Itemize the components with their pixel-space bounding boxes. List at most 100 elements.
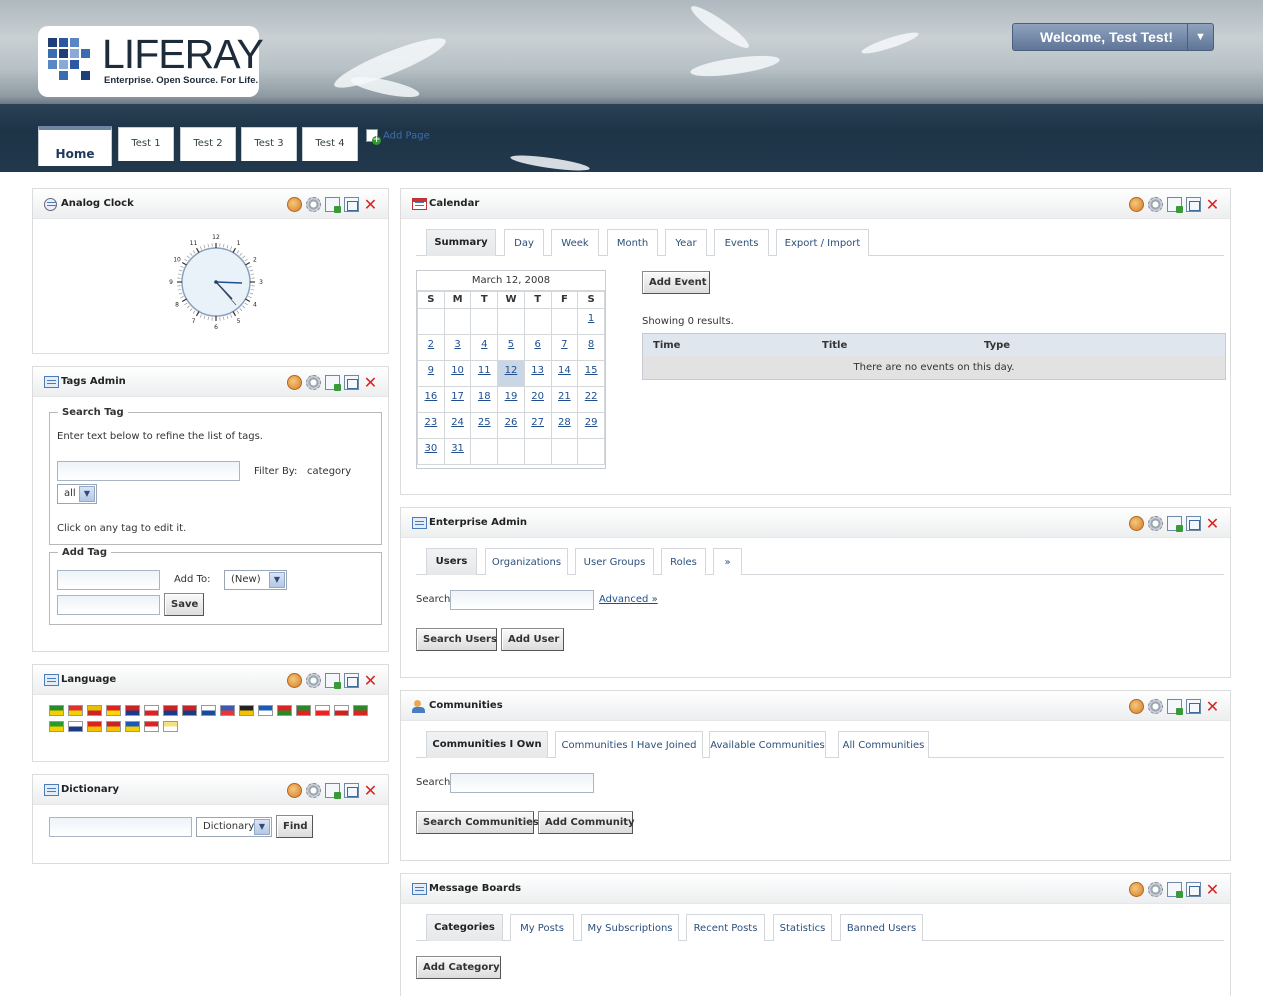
close-icon[interactable]: ✕ — [1205, 197, 1220, 213]
language-flag-icon[interactable] — [106, 705, 121, 716]
minimize-icon[interactable] — [325, 197, 341, 213]
dictionary-select[interactable]: Dictionary ▼ — [196, 817, 272, 837]
minimize-icon[interactable] — [1167, 516, 1183, 532]
user-search-input[interactable] — [450, 590, 594, 610]
minimize-icon[interactable] — [1167, 197, 1183, 213]
language-flag-icon[interactable] — [106, 721, 121, 732]
language-flag-icon[interactable] — [182, 705, 197, 716]
close-icon[interactable]: ✕ — [363, 197, 378, 213]
nav-tab-test-2[interactable]: Test 2 — [180, 127, 236, 161]
calendar-day-link[interactable]: 30 — [424, 443, 437, 454]
look-and-feel-icon[interactable] — [1129, 882, 1144, 897]
calendar-day-link[interactable]: 17 — [451, 391, 464, 402]
save-button[interactable]: Save — [164, 593, 204, 616]
configuration-gear-icon[interactable] — [1148, 699, 1163, 714]
calendar-day-link[interactable]: 26 — [505, 417, 518, 428]
language-flag-icon[interactable] — [125, 705, 140, 716]
maximize-icon[interactable] — [1186, 516, 1201, 531]
look-and-feel-icon[interactable] — [287, 783, 302, 798]
configuration-gear-icon[interactable] — [306, 375, 321, 390]
calendar-day-link[interactable]: 31 — [451, 443, 464, 454]
calendar-day-link[interactable]: 6 — [534, 339, 540, 350]
language-flag-icon[interactable] — [144, 721, 159, 732]
configuration-gear-icon[interactable] — [306, 673, 321, 688]
language-flag-icon[interactable] — [277, 705, 292, 716]
language-flag-icon[interactable] — [49, 721, 64, 732]
close-icon[interactable]: ✕ — [1205, 882, 1220, 898]
tab-more[interactable]: » — [713, 548, 742, 575]
calendar-day-link[interactable]: 7 — [561, 339, 567, 350]
calendar-day-link[interactable]: 2 — [428, 339, 434, 350]
language-flag-icon[interactable] — [87, 721, 102, 732]
community-search-input[interactable] — [450, 773, 594, 793]
close-icon[interactable]: ✕ — [1205, 699, 1220, 715]
calendar-day-link[interactable]: 12 — [505, 365, 518, 376]
tag-search-input[interactable] — [57, 461, 240, 481]
search-users-button[interactable]: Search Users — [416, 628, 497, 651]
calendar-day-link[interactable]: 27 — [531, 417, 544, 428]
calendar-day-link[interactable]: 9 — [428, 365, 434, 376]
calendar-day-link[interactable]: 16 — [424, 391, 437, 402]
language-flag-icon[interactable] — [296, 705, 311, 716]
calendar-day-link[interactable]: 20 — [531, 391, 544, 402]
tab-banned-users[interactable]: Banned Users — [840, 914, 923, 941]
language-flag-icon[interactable] — [315, 705, 330, 716]
filter-select[interactable]: all ▼ — [57, 484, 97, 504]
calendar-day-link[interactable]: 10 — [451, 365, 464, 376]
tab-export-import[interactable]: Export / Import — [776, 229, 869, 256]
new-category-input[interactable] — [57, 595, 160, 615]
add-community-button[interactable]: Add Community — [538, 811, 635, 834]
look-and-feel-icon[interactable] — [287, 197, 302, 212]
calendar-day-link[interactable]: 11 — [478, 365, 491, 376]
maximize-icon[interactable] — [344, 375, 359, 390]
language-flag-icon[interactable] — [49, 705, 64, 716]
tab-users[interactable]: Users — [426, 548, 477, 575]
tab-organizations[interactable]: Organizations — [485, 548, 568, 575]
close-icon[interactable]: ✕ — [1205, 516, 1220, 532]
tab-events[interactable]: Events — [714, 229, 769, 256]
tab-day[interactable]: Day — [504, 229, 544, 256]
tab-week[interactable]: Week — [551, 229, 599, 256]
calendar-day-link[interactable]: 21 — [558, 391, 571, 402]
language-flag-icon[interactable] — [163, 705, 178, 716]
tab-my-posts[interactable]: My Posts — [510, 914, 574, 941]
calendar-day-link[interactable]: 8 — [588, 339, 594, 350]
search-communities-button[interactable]: Search Communities — [416, 811, 539, 834]
add-page-link[interactable]: + Add Page — [366, 129, 430, 145]
calendar-day-link[interactable]: 13 — [531, 365, 544, 376]
calendar-day-link[interactable]: 14 — [558, 365, 571, 376]
calendar-day-link[interactable]: 23 — [424, 417, 437, 428]
new-tag-input[interactable] — [57, 570, 160, 590]
close-icon[interactable]: ✕ — [363, 673, 378, 689]
nav-tab-test-1[interactable]: Test 1 — [118, 127, 174, 161]
find-button[interactable]: Find — [276, 815, 313, 838]
tab-all-communities[interactable]: All Communities — [838, 731, 929, 758]
calendar-day-link[interactable]: 15 — [585, 365, 598, 376]
calendar-day-link[interactable]: 25 — [478, 417, 491, 428]
advanced-search-link[interactable]: Advanced » — [599, 594, 658, 605]
calendar-day-link[interactable]: 28 — [558, 417, 571, 428]
add-user-button[interactable]: Add User — [501, 628, 564, 651]
tab-my-subscriptions[interactable]: My Subscriptions — [581, 914, 679, 941]
look-and-feel-icon[interactable] — [1129, 699, 1144, 714]
close-icon[interactable]: ✕ — [363, 375, 378, 391]
tab-communities-i-have-joined[interactable]: Communities I Have Joined — [555, 731, 703, 758]
maximize-icon[interactable] — [1186, 699, 1201, 714]
liferay-logo[interactable]: LIFERAY Enterprise. Open Source. For Lif… — [38, 26, 264, 97]
welcome-menu-button[interactable]: Welcome, Test Test! ▼ — [1012, 23, 1214, 51]
nav-tab-home[interactable]: Home — [38, 126, 112, 166]
tab-month[interactable]: Month — [607, 229, 658, 256]
tab-roles[interactable]: Roles — [661, 548, 706, 575]
minimize-icon[interactable] — [325, 375, 341, 391]
tab-recent-posts[interactable]: Recent Posts — [686, 914, 765, 941]
minimize-icon[interactable] — [325, 673, 341, 689]
language-flag-icon[interactable] — [68, 721, 83, 732]
add-event-button[interactable]: Add Event — [642, 271, 710, 294]
calendar-day-link[interactable]: 18 — [478, 391, 491, 402]
configuration-gear-icon[interactable] — [1148, 516, 1163, 531]
tab-categories[interactable]: Categories — [426, 914, 503, 941]
calendar-day-link[interactable]: 1 — [588, 313, 594, 324]
minimize-icon[interactable] — [1167, 699, 1183, 715]
language-flag-icon[interactable] — [258, 705, 273, 716]
calendar-day-link[interactable]: 5 — [508, 339, 514, 350]
